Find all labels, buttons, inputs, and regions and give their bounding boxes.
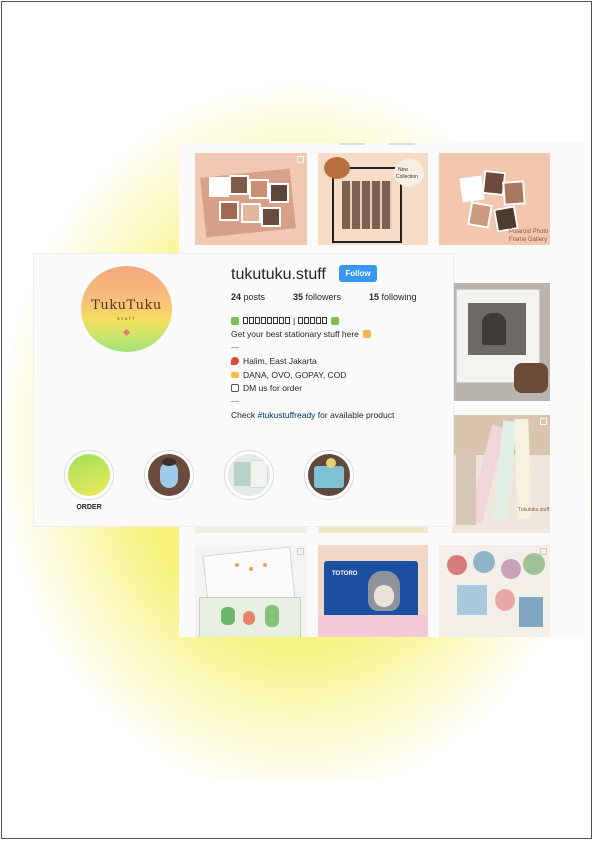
heart-icon xyxy=(122,328,131,337)
styled-brand-text xyxy=(298,317,328,325)
tile-label: Tukutuku stuff xyxy=(518,507,550,513)
post-tile[interactable] xyxy=(195,545,307,637)
bio-line: Check #tukustuffready for available prod… xyxy=(231,409,451,423)
highlight-order[interactable] xyxy=(64,450,114,500)
tile-label: TOTORO xyxy=(332,571,358,577)
bio-check-prefix: Check xyxy=(231,410,258,421)
multi-photo-icon xyxy=(540,418,547,425)
post-tile[interactable] xyxy=(439,545,550,637)
follow-button[interactable]: Follow xyxy=(339,265,377,282)
tile-label: Frame Gallery xyxy=(509,237,548,243)
following-count[interactable]: 15 following xyxy=(369,292,417,302)
post-tile[interactable]: Polaroid Photo Frame Gallery xyxy=(439,153,550,245)
highlight-item[interactable] xyxy=(144,450,194,500)
sparkle-icon xyxy=(331,316,340,325)
bio-title-line: | xyxy=(231,314,451,328)
highlight-item[interactable] xyxy=(224,450,274,500)
post-tile[interactable]: TOTORO xyxy=(318,545,428,637)
post-tile[interactable] xyxy=(195,153,307,245)
avatar-logo-text: TukuTuku xyxy=(91,298,162,313)
posts-label: posts xyxy=(243,292,266,302)
tile-label: Collection xyxy=(396,174,418,180)
post-tile[interactable]: New Collection xyxy=(318,153,428,245)
tile-label: Polaroid Photo xyxy=(509,229,549,235)
following-number: 15 xyxy=(369,292,380,302)
bio-tagline: Get your best stationary stuff here xyxy=(231,329,359,340)
grid-tab-indicator xyxy=(339,143,365,145)
followers-label: followers xyxy=(305,292,342,302)
bio-line: Get your best stationary stuff here xyxy=(231,328,451,342)
styled-brand-text xyxy=(243,317,290,325)
multi-photo-icon xyxy=(540,548,547,555)
bio-location: Halim, East Jakarta xyxy=(243,356,317,367)
profile-header-card: TukuTuku stuff tukutuku.stuff Follow 24 … xyxy=(34,254,453,526)
posts-number: 24 xyxy=(231,292,242,302)
grid-top-strip xyxy=(179,143,584,153)
bio-line: DM us for order xyxy=(231,382,451,396)
profile-username: tukutuku.stuff xyxy=(231,266,326,283)
location-pin-icon xyxy=(231,357,239,366)
bio-dm: DM us for order xyxy=(243,383,303,394)
bio-divider xyxy=(231,341,451,355)
bio-divider xyxy=(231,395,451,409)
post-tile[interactable] xyxy=(452,283,550,401)
avatar-logo-subtitle: stuff xyxy=(117,316,136,321)
inbox-icon xyxy=(231,384,239,393)
bio-line: Halim, East Jakarta xyxy=(231,355,451,369)
profile-avatar[interactable]: TukuTuku stuff xyxy=(81,266,172,352)
grid-tab-indicator xyxy=(389,143,415,145)
highlight-label: ORDER xyxy=(76,504,102,511)
credit-card-icon xyxy=(231,371,239,378)
bio-payment: DANA, OVO, GOPAY, COD xyxy=(243,369,347,380)
post-tile[interactable]: Tukutuku stuff xyxy=(452,415,550,533)
highlight-item[interactable] xyxy=(304,450,354,500)
bio-check-suffix: for available product xyxy=(315,410,395,421)
posts-count[interactable]: 24 posts xyxy=(231,292,265,302)
multi-photo-icon xyxy=(297,156,304,163)
multi-photo-icon xyxy=(297,548,304,555)
tile-label: New xyxy=(398,167,409,173)
waving-hand-icon xyxy=(362,330,371,339)
sparkle-icon xyxy=(231,316,239,325)
followers-count[interactable]: 35 followers xyxy=(293,292,341,302)
following-label: following xyxy=(381,292,417,302)
bio-line: DANA, OVO, GOPAY, COD xyxy=(231,368,451,382)
profile-bio: | Get your best stationary stuff here Ha… xyxy=(231,314,451,422)
hashtag-link[interactable]: #tukustuffready xyxy=(257,408,315,422)
followers-number: 35 xyxy=(293,292,304,302)
